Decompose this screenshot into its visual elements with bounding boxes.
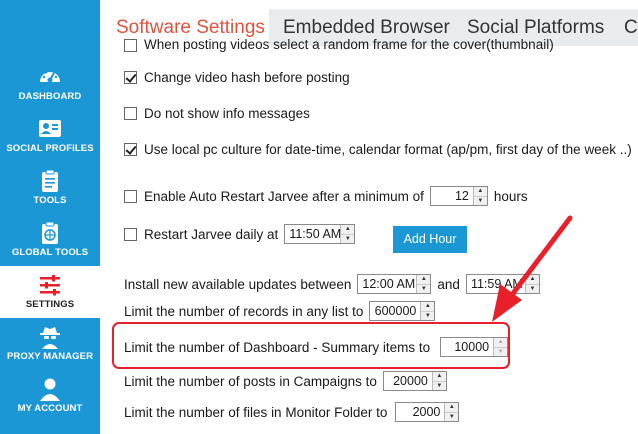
updates-row: Install new available updates between 12… bbox=[124, 274, 546, 294]
records-stepper[interactable]: 600000 ▲ ▼ bbox=[369, 301, 436, 321]
stepper-down-icon[interactable]: ▼ bbox=[525, 283, 539, 293]
monitor-folder-stepper[interactable]: 2000 ▲ ▼ bbox=[395, 402, 460, 422]
settings-panel: When posting videos select a random fram… bbox=[100, 38, 638, 434]
records-value[interactable]: 600000 bbox=[370, 302, 420, 320]
change-hash-checkbox[interactable] bbox=[124, 71, 137, 84]
speedometer-icon bbox=[40, 69, 60, 83]
stepper-down-icon[interactable]: ▼ bbox=[417, 283, 431, 293]
auto-restart-row: Enable Auto Restart Jarvee after a minim… bbox=[124, 186, 528, 206]
no-info-row: Do not show info messages bbox=[124, 106, 310, 121]
user-icon bbox=[40, 378, 60, 401]
stepper-down-icon[interactable]: ▼ bbox=[445, 411, 459, 421]
updates-and-label: and bbox=[437, 276, 460, 292]
sidebar-item-proxy-manager[interactable]: PROXY MANAGER bbox=[0, 318, 100, 370]
sidebar-item-tools[interactable]: TOOLS bbox=[0, 162, 100, 214]
stepper-down-icon[interactable]: ▼ bbox=[473, 195, 487, 205]
restart-daily-row: Restart Jarvee daily at 11:50 AM ▲ ▼ bbox=[124, 224, 361, 244]
monitor-folder-value[interactable]: 2000 bbox=[396, 403, 444, 421]
monitor-folder-label: Limit the number of files in Monitor Fol… bbox=[124, 404, 388, 420]
sidebar-item-my-account[interactable]: MY ACCOUNT bbox=[0, 370, 100, 422]
sidebar-item-dashboard[interactable]: DASHBOARD bbox=[0, 58, 100, 110]
app-window: DASHBOARD SOCIAL PROFILES TOOLS GLOBAL T… bbox=[0, 0, 638, 434]
restart-daily-label: Restart Jarvee daily at bbox=[144, 226, 279, 242]
stepper-up-icon[interactable]: ▲ bbox=[341, 225, 355, 234]
restart-daily-checkbox[interactable] bbox=[124, 227, 137, 241]
local-culture-row: Use local pc culture for date-time, cale… bbox=[124, 142, 632, 157]
updates-from-time[interactable]: 12:00 AM ▲ ▼ bbox=[357, 274, 432, 294]
highlight-box bbox=[112, 322, 510, 369]
sidebar-item-label: TOOLS bbox=[33, 195, 67, 206]
auto-restart-stepper[interactable]: 12 ▲ ▼ bbox=[429, 186, 488, 206]
updates-to-time[interactable]: 11:59 AM ▲ ▼ bbox=[465, 274, 540, 294]
local-culture-checkbox[interactable] bbox=[124, 143, 137, 156]
sidebar-item-label: GLOBAL TOOLS bbox=[11, 247, 89, 258]
stepper-up-icon[interactable]: ▲ bbox=[417, 275, 431, 284]
restart-daily-time[interactable]: 11:50 AM ▲ ▼ bbox=[284, 224, 356, 244]
campaign-posts-row: Limit the number of posts in Campaigns t… bbox=[124, 371, 453, 391]
stepper-up-icon[interactable]: ▲ bbox=[421, 302, 435, 311]
campaign-posts-label: Limit the number of posts in Campaigns t… bbox=[124, 373, 377, 389]
stepper-up-icon[interactable]: ▲ bbox=[525, 275, 539, 284]
auto-restart-value[interactable]: 12 bbox=[431, 187, 473, 205]
monitor-folder-row: Limit the number of files in Monitor Fol… bbox=[124, 402, 465, 422]
sliders-icon bbox=[40, 275, 60, 296]
auto-restart-unit: hours bbox=[493, 188, 528, 204]
stepper-up-icon[interactable]: ▲ bbox=[432, 372, 446, 381]
stepper-down-icon[interactable]: ▼ bbox=[432, 380, 446, 390]
records-row: Limit the number of records in any list … bbox=[124, 301, 441, 321]
stepper-up-icon[interactable]: ▲ bbox=[445, 403, 459, 412]
globe-clipboard-icon bbox=[42, 221, 58, 244]
no-info-label: Do not show info messages bbox=[144, 106, 310, 121]
random-frame-checkbox[interactable] bbox=[124, 39, 137, 52]
sidebar-item-settings[interactable]: SETTINGS bbox=[0, 266, 100, 318]
clipboard-icon bbox=[42, 169, 58, 192]
sidebar-item-global-tools[interactable]: GLOBAL TOOLS bbox=[0, 214, 100, 266]
profile-card-icon bbox=[39, 120, 61, 137]
sidebar-item-label: MY ACCOUNT bbox=[17, 403, 83, 414]
local-culture-label: Use local pc culture for date-time, cale… bbox=[144, 142, 632, 157]
records-label: Limit the number of records in any list … bbox=[124, 303, 364, 319]
random-frame-label: When posting videos select a random fram… bbox=[144, 38, 554, 52]
sidebar-item-label: PROXY MANAGER bbox=[6, 351, 94, 362]
stepper-up-icon[interactable]: ▲ bbox=[473, 187, 487, 196]
sidebar-item-social-profiles[interactable]: SOCIAL PROFILES bbox=[0, 110, 100, 162]
auto-restart-checkbox[interactable] bbox=[124, 189, 137, 203]
sidebar-item-label: SETTINGS bbox=[25, 299, 75, 310]
auto-restart-label: Enable Auto Restart Jarvee after a minim… bbox=[144, 188, 424, 204]
change-hash-row: Change video hash before posting bbox=[124, 70, 350, 85]
stepper-down-icon[interactable]: ▼ bbox=[341, 233, 355, 243]
sidebar-item-label: DASHBOARD bbox=[18, 91, 82, 102]
add-hour-button[interactable]: Add Hour bbox=[393, 226, 467, 253]
stepper-down-icon[interactable]: ▼ bbox=[421, 310, 435, 320]
spy-icon bbox=[40, 327, 60, 349]
change-hash-label: Change video hash before posting bbox=[144, 70, 350, 85]
random-frame-row: When posting videos select a random fram… bbox=[124, 38, 554, 52]
campaign-posts-value[interactable]: 20000 bbox=[384, 372, 432, 390]
updates-label: Install new available updates between bbox=[124, 276, 352, 292]
updates-from-value[interactable]: 12:00 AM bbox=[358, 275, 416, 293]
campaign-posts-stepper[interactable]: 20000 ▲ ▼ bbox=[382, 371, 447, 391]
restart-daily-value[interactable]: 11:50 AM bbox=[285, 225, 341, 243]
sidebar: DASHBOARD SOCIAL PROFILES TOOLS GLOBAL T… bbox=[0, 0, 100, 434]
tab-co[interactable]: Co bbox=[610, 9, 638, 46]
sidebar-item-label: SOCIAL PROFILES bbox=[6, 143, 94, 154]
no-info-checkbox[interactable] bbox=[124, 107, 137, 120]
updates-to-value[interactable]: 11:59 AM bbox=[467, 275, 525, 293]
